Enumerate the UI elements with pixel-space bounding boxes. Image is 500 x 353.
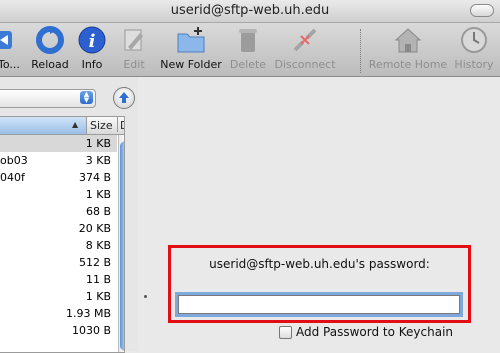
toolbar-connect-label: To...: [0, 58, 20, 71]
parent-directory-button[interactable]: [113, 87, 135, 109]
file-row[interactable]: 8 KB: [0, 237, 117, 254]
file-row[interactable]: 20 KB: [0, 220, 117, 237]
password-field[interactable]: [178, 295, 460, 314]
file-size: 3 KB: [85, 154, 111, 167]
file-row[interactable]: 1.93 MB: [0, 305, 117, 322]
toolbar-remote-home-button[interactable]: Remote Home: [368, 25, 448, 71]
keychain-checkbox[interactable]: [279, 326, 292, 339]
file-size: 512 B: [78, 256, 111, 269]
column-size-header[interactable]: Size: [90, 119, 113, 132]
up-arrow-icon: [119, 92, 129, 103]
file-size: 20 KB: [78, 222, 111, 235]
file-row[interactable]: 1 KB: [0, 186, 117, 203]
file-size: 1 KB: [85, 137, 111, 150]
toolbar-delete-button[interactable]: Delete: [228, 25, 268, 71]
file-row[interactable]: 1 KB: [0, 135, 117, 152]
edit-icon: [124, 29, 143, 51]
file-size: 68 B: [85, 205, 111, 218]
toolbar-edit-button[interactable]: Edit: [118, 25, 150, 71]
toolbar-toggle-button[interactable]: [470, 4, 494, 17]
connect-icon: [0, 31, 12, 49]
file-row[interactable]: 040f 374 B: [0, 169, 117, 186]
toolbar-disconnect-label: Disconnect: [274, 58, 336, 71]
file-list-scrollbar[interactable]: [118, 135, 124, 352]
file-size: 1 KB: [85, 290, 111, 303]
toolbar-connect-button[interactable]: To...: [0, 25, 22, 71]
remote-home-icon: [394, 28, 422, 53]
file-size: 1.93 MB: [65, 307, 111, 320]
disconnect-icon: [293, 28, 317, 52]
pane-splitter[interactable]: [144, 295, 147, 298]
file-row[interactable]: 1030 B: [0, 322, 117, 339]
toolbar-history-button[interactable]: History: [452, 25, 496, 71]
window-title: userid@sftp-web.uh.edu: [170, 3, 330, 18]
password-prompt-highlight: userid@sftp-web.uh.edu's password:: [168, 245, 471, 323]
toolbar-new-folder-label: New Folder: [160, 58, 222, 71]
sort-ascending-icon: ▲: [72, 120, 79, 129]
file-row[interactable]: 68 B: [0, 203, 117, 220]
info-icon: i: [78, 26, 106, 54]
file-name: ob03: [0, 154, 28, 167]
file-size: 11 B: [85, 273, 111, 286]
file-row[interactable]: 1 KB: [0, 288, 117, 305]
svg-text:i: i: [89, 31, 96, 52]
file-row[interactable]: 512 B: [0, 254, 117, 271]
window-titlebar: userid@sftp-web.uh.edu: [0, 0, 500, 23]
popup-arrows-icon: ▲ ▼: [80, 91, 93, 104]
scrollbar-thumb[interactable]: [120, 141, 124, 351]
file-size: 8 KB: [85, 239, 111, 252]
file-list-header: ▲ Size D: [0, 117, 124, 135]
toolbar-delete-label: Delete: [229, 58, 267, 71]
toolbar-info-button[interactable]: i Info: [76, 25, 108, 71]
file-size: 374 B: [78, 171, 111, 184]
password-prompt-label: userid@sftp-web.uh.edu's password:: [209, 257, 430, 271]
toolbar-reload-button[interactable]: Reload: [30, 25, 70, 71]
column-date-header[interactable]: D: [117, 117, 124, 132]
file-list[interactable]: ▲ Size D 1 KB ob03 3 KB 040f 374 B 1 KB 68…: [0, 116, 125, 353]
new-folder-icon: [177, 27, 205, 53]
column-name-header[interactable]: ▲: [0, 117, 87, 134]
path-popup[interactable]: ▲ ▼: [0, 89, 96, 108]
toolbar-separator: [360, 29, 361, 73]
file-row[interactable]: ob03 3 KB: [0, 152, 117, 169]
toolbar-history-label: History: [454, 58, 494, 71]
toolbar-new-folder-button[interactable]: New Folder: [158, 25, 224, 71]
file-row[interactable]: 11 B: [0, 271, 117, 288]
history-icon: [461, 27, 487, 53]
toolbar-disconnect-button[interactable]: Disconnect: [272, 25, 338, 71]
toolbar-info-label: Info: [81, 58, 103, 71]
toolbar-remote-home-label: Remote Home: [368, 58, 448, 71]
file-size: 1 KB: [85, 188, 111, 201]
toolbar-reload-label: Reload: [31, 58, 69, 71]
reload-icon: [36, 26, 64, 54]
toolbar-edit-label: Edit: [123, 58, 145, 71]
trash-icon: [239, 29, 257, 52]
file-name: 040f: [0, 171, 25, 184]
file-size: 1030 B: [71, 324, 111, 337]
toolbar: To... Reload i Info Edit New Folder Dele…: [0, 23, 500, 77]
keychain-label: Add Password to Keychain: [296, 325, 454, 339]
